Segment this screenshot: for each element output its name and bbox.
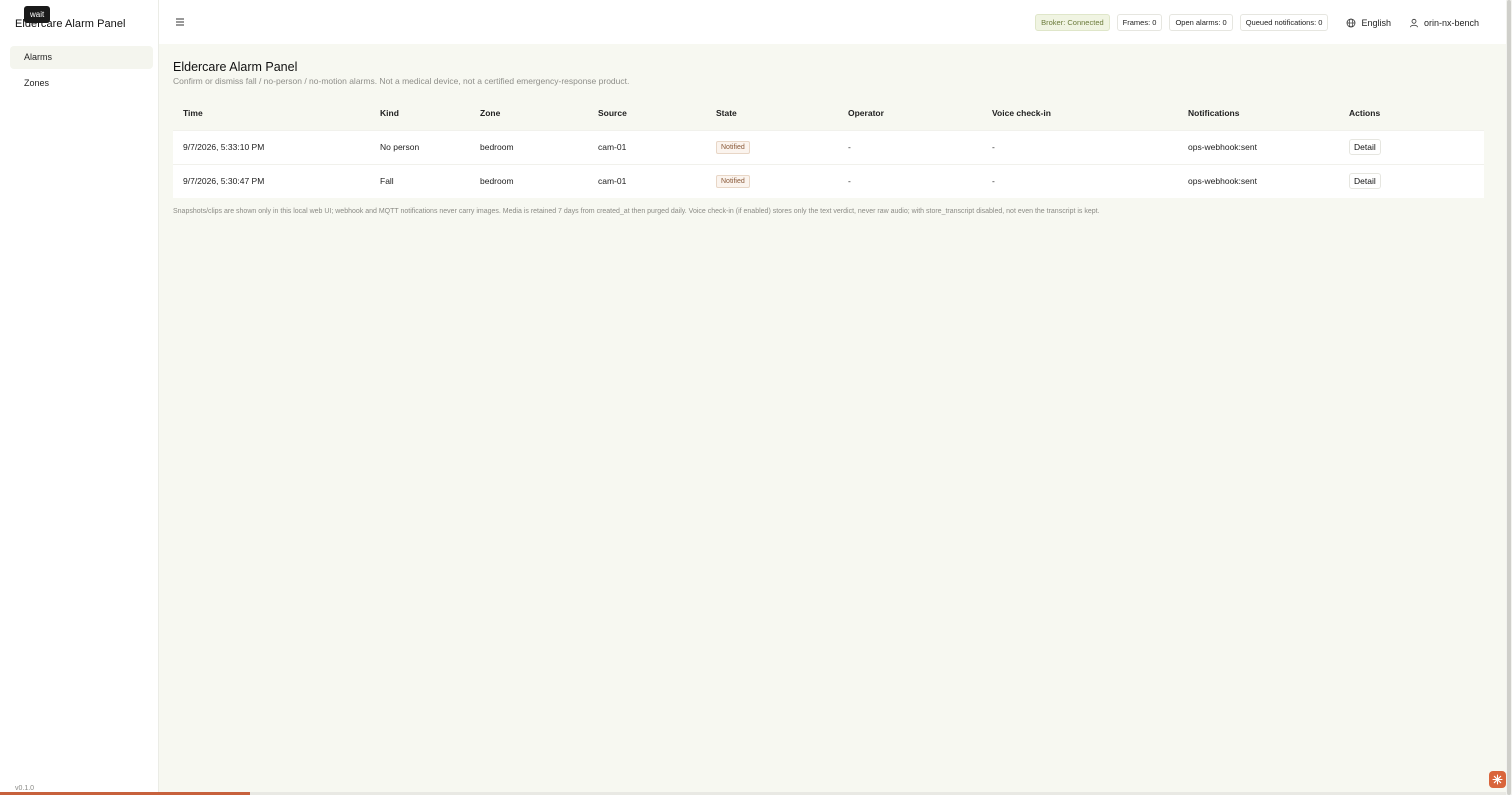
notifications-cell: ops-webhook:sent bbox=[1178, 129, 1339, 164]
kind-cell: No person bbox=[370, 129, 470, 164]
actions-cell: Detail bbox=[1339, 163, 1484, 198]
state-cell: Notified bbox=[706, 129, 838, 164]
frames-badge: Frames: 0 bbox=[1116, 14, 1163, 31]
status-badge: Notified bbox=[716, 140, 750, 154]
page-title: Eldercare Alarm Panel bbox=[173, 60, 298, 74]
detail-button[interactable]: Detail bbox=[1349, 139, 1381, 155]
notifications-cell: ops-webhook:sent bbox=[1178, 163, 1339, 198]
sidebar: Eldercare Alarm Panel Alarms Zones v0.1.… bbox=[0, 0, 159, 795]
queued-notifications-badge: Queued notifications: 0 bbox=[1239, 14, 1329, 31]
detail-button[interactable]: Detail bbox=[1349, 173, 1381, 190]
alarms-table: Time Kind Zone Source State Operator Voi… bbox=[173, 97, 1484, 198]
sidebar-item-label: Alarms bbox=[24, 52, 53, 62]
broker-status-badge: Broker: Connected bbox=[1035, 14, 1110, 31]
language-label: English bbox=[1361, 17, 1391, 28]
voice-cell: - bbox=[982, 163, 1178, 198]
tooltip: wait bbox=[24, 6, 51, 23]
open-alarms-badge: Open alarms: 0 bbox=[1169, 14, 1233, 31]
user-menu[interactable]: orin-nx-bench bbox=[1409, 18, 1479, 28]
table-row: 9/7/2026, 5:30:47 PM Fall bedroom cam-01… bbox=[173, 163, 1484, 198]
assistant-logo-icon[interactable] bbox=[1489, 771, 1506, 788]
column-header: Zone bbox=[480, 108, 501, 119]
page-subtitle: Confirm or dismiss fall / no-person / no… bbox=[173, 76, 630, 86]
column-header: Operator bbox=[848, 108, 884, 119]
kind-cell: Fall bbox=[370, 163, 470, 198]
column-header: Kind bbox=[380, 108, 399, 119]
zone-cell: bedroom bbox=[470, 163, 588, 198]
globe-icon bbox=[1347, 18, 1356, 27]
operator-cell: - bbox=[838, 163, 982, 198]
table-header-row: Time Kind Zone Source State Operator Voi… bbox=[173, 97, 1484, 130]
alarms-table-container: Time Kind Zone Source State Operator Voi… bbox=[173, 97, 1484, 198]
table-row: 9/7/2026, 5:33:10 PM No person bedroom c… bbox=[173, 129, 1484, 164]
actions-cell: Detail bbox=[1339, 129, 1484, 164]
status-bar: Broker: Connected Frames: 0 Open alarms:… bbox=[1028, 14, 1479, 31]
column-header: Time bbox=[183, 108, 203, 119]
source-cell: cam-01 bbox=[588, 129, 706, 164]
footnote-privacy: Snapshots/clips are shown only in this l… bbox=[173, 208, 1100, 215]
sparkle-icon bbox=[1492, 774, 1503, 785]
column-header: Voice check-in bbox=[992, 108, 1051, 119]
menu-icon bbox=[176, 18, 184, 26]
column-header: Notifications bbox=[1188, 108, 1240, 119]
scrollbar[interactable] bbox=[1506, 0, 1512, 795]
sidebar-item-label: Zones bbox=[24, 78, 50, 88]
sidebar-item-alarms[interactable]: Alarms bbox=[10, 46, 153, 69]
operator-cell: - bbox=[838, 129, 982, 164]
language-selector[interactable]: English bbox=[1346, 18, 1391, 28]
status-badge: Notified bbox=[716, 174, 750, 188]
voice-cell: - bbox=[982, 129, 1178, 164]
version-label: v0.1.0 bbox=[15, 785, 35, 792]
user-name: orin-nx-bench bbox=[1423, 17, 1479, 28]
time-cell: 9/7/2026, 5:33:10 PM bbox=[173, 129, 370, 164]
column-header: Actions bbox=[1349, 108, 1381, 119]
scrollbar-thumb[interactable] bbox=[1507, 0, 1511, 795]
source-cell: cam-01 bbox=[588, 163, 706, 198]
top-header: Broker: Connected Frames: 0 Open alarms:… bbox=[159, 0, 1506, 44]
sidebar-item-zones[interactable]: Zones bbox=[10, 72, 153, 95]
hamburger-menu-button[interactable] bbox=[174, 16, 186, 28]
user-icon bbox=[1410, 18, 1418, 27]
column-header: Source bbox=[598, 108, 627, 119]
time-cell: 9/7/2026, 5:30:47 PM bbox=[173, 163, 370, 198]
zone-cell: bedroom bbox=[470, 129, 588, 164]
column-header: State bbox=[716, 108, 737, 119]
state-cell: Notified bbox=[706, 163, 838, 198]
